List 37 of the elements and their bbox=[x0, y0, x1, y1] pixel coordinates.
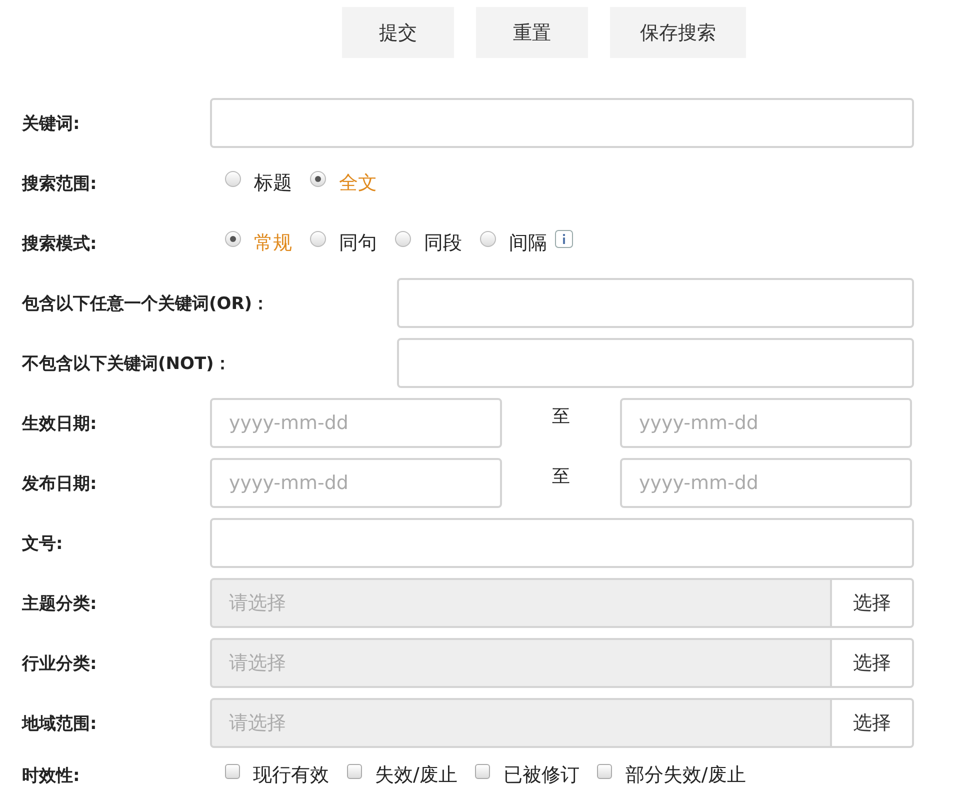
input-field[interactable] bbox=[397, 278, 914, 328]
field-label: 关键词: bbox=[22, 112, 81, 134]
form-button[interactable]: 提交 bbox=[342, 7, 454, 58]
field-label: 文号: bbox=[22, 532, 64, 554]
input-field[interactable] bbox=[210, 98, 914, 148]
field-label: 行业分类: bbox=[22, 652, 98, 674]
field-label: 发布日期: bbox=[22, 472, 98, 494]
checkbox-option[interactable]: 已被修订 bbox=[475, 762, 580, 788]
form-button[interactable]: 重置 bbox=[476, 7, 588, 58]
input-field[interactable] bbox=[210, 518, 914, 568]
radio-option[interactable]: 同句 bbox=[310, 230, 377, 256]
date-field[interactable]: yyyy-mm-dd bbox=[620, 398, 912, 448]
checkbox-option[interactable]: 部分失效/废止 bbox=[597, 762, 746, 788]
checkbox-option[interactable]: 失效/废止 bbox=[347, 762, 458, 788]
field-label: 搜索范围: bbox=[22, 172, 98, 194]
radio-option[interactable]: 间隔 bbox=[480, 230, 547, 256]
form-button[interactable]: 保存搜索 bbox=[610, 7, 746, 58]
field-label: 不包含以下关键词(NOT)： bbox=[22, 352, 232, 374]
field-label: 地域范围: bbox=[22, 712, 98, 734]
date-field[interactable]: yyyy-mm-dd bbox=[210, 458, 502, 508]
field-label: 时效性: bbox=[22, 764, 81, 786]
select-button[interactable]: 选择 bbox=[832, 638, 914, 688]
field-label: 生效日期: bbox=[22, 412, 98, 434]
range-separator: 至 bbox=[551, 405, 571, 428]
field-label: 包含以下任意一个关键词(OR)： bbox=[22, 292, 270, 314]
radio-option[interactable]: 同段 bbox=[395, 230, 462, 256]
info-icon[interactable] bbox=[555, 230, 573, 248]
input-field[interactable] bbox=[397, 338, 914, 388]
radio-option[interactable]: 标题 bbox=[225, 170, 292, 196]
select-button[interactable]: 选择 bbox=[832, 578, 914, 628]
date-field[interactable]: yyyy-mm-dd bbox=[620, 458, 912, 508]
field-label: 主题分类: bbox=[22, 592, 98, 614]
field-label: 搜索模式: bbox=[22, 232, 98, 254]
checkbox-option[interactable]: 现行有效 bbox=[225, 762, 329, 788]
range-separator: 至 bbox=[551, 465, 571, 488]
date-field[interactable]: yyyy-mm-dd bbox=[210, 398, 502, 448]
select-button[interactable]: 选择 bbox=[832, 698, 914, 748]
